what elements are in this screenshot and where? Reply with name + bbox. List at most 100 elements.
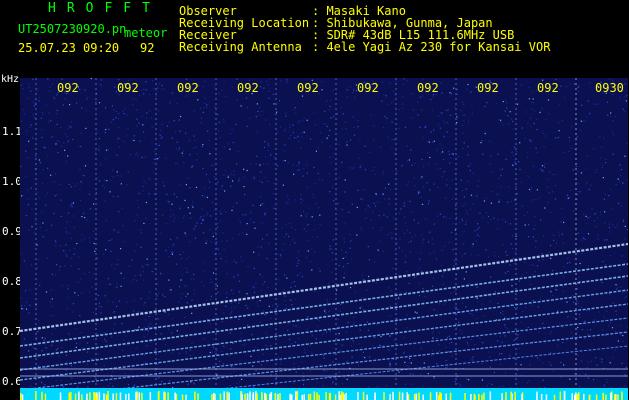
strength-spike <box>149 392 152 400</box>
strength-spike <box>164 392 166 400</box>
strength-spike <box>621 391 623 400</box>
strength-spike <box>279 393 281 400</box>
strength-spike <box>211 394 213 400</box>
strength-spike <box>501 393 503 400</box>
strength-spike <box>289 393 291 400</box>
strength-spike <box>325 392 327 400</box>
strength-spike <box>521 394 523 400</box>
strength-spike <box>374 392 376 400</box>
strength-spike <box>246 393 249 400</box>
strength-spike <box>418 392 420 400</box>
strength-spike <box>559 391 562 400</box>
strength-spike <box>316 392 318 400</box>
strength-spike <box>307 394 310 400</box>
strength-spike <box>157 392 160 400</box>
strength-spike <box>413 394 416 400</box>
strength-spike <box>68 392 70 400</box>
time-label: 092 <box>177 81 199 95</box>
strength-spike <box>98 391 101 400</box>
strength-spike <box>334 394 337 400</box>
strength-spike <box>185 394 187 400</box>
strength-spike <box>389 394 391 400</box>
strength-spike <box>445 393 447 400</box>
file-type: meteor <box>124 26 168 40</box>
strength-spike <box>483 392 485 400</box>
strength-spike <box>115 393 118 400</box>
strength-spike <box>328 393 331 400</box>
file-name: UT2507230920.pn <box>18 22 127 36</box>
strength-spike <box>338 391 340 400</box>
strength-spike <box>576 393 579 400</box>
strength-spike <box>135 391 137 400</box>
header-label-antenna: Receiving Antenna <box>179 40 302 54</box>
strength-spike <box>340 391 343 400</box>
strength-spike <box>406 392 408 400</box>
strength-spike <box>553 394 556 400</box>
time-label: 092 <box>57 81 79 95</box>
strength-spike <box>89 392 91 400</box>
strength-spike <box>481 394 483 400</box>
strength-spike <box>602 392 604 400</box>
strength-spike <box>464 393 466 400</box>
strength-spike <box>318 394 320 400</box>
strength-spike <box>383 392 385 400</box>
strength-spike <box>274 393 276 400</box>
strength-spike <box>605 394 607 400</box>
spectrogram-plot[interactable] <box>20 78 628 388</box>
strength-spike <box>21 394 24 400</box>
strength-spike <box>578 392 580 400</box>
strength-spike <box>96 394 99 400</box>
time-label: 092 <box>357 81 379 95</box>
strength-spike <box>303 394 305 400</box>
strength-spike <box>415 393 418 400</box>
strength-spike <box>226 392 229 400</box>
axis-unit-label: kHz <box>1 74 20 85</box>
strength-spike <box>93 392 95 400</box>
strength-spike <box>583 393 585 400</box>
axis-tick: 0.7 <box>2 325 22 338</box>
strength-spike <box>407 394 410 400</box>
time-label: 092 <box>297 81 319 95</box>
strength-spike <box>59 392 62 400</box>
strength-spike <box>241 394 243 400</box>
header-value-antenna: : 4ele Yagi Az 230 for Kansai VOR <box>312 40 551 54</box>
time-label: 092 <box>237 81 259 95</box>
strength-spike <box>342 392 344 400</box>
strength-spike <box>105 394 108 400</box>
strength-spike <box>296 391 299 400</box>
strength-spike <box>357 392 359 400</box>
time-label: 0930 <box>595 81 624 95</box>
strength-spike <box>70 392 72 400</box>
strength-spike <box>309 393 312 400</box>
strength-spike <box>571 393 573 400</box>
strength-spike <box>181 394 184 400</box>
strength-spike <box>261 394 263 400</box>
strength-spike <box>398 391 401 400</box>
strength-spike <box>119 392 122 400</box>
strength-spike <box>429 392 432 400</box>
strength-spike <box>478 394 480 400</box>
strength-spike <box>128 393 130 400</box>
strength-spike <box>536 391 538 400</box>
axis-tick: 0.6 <box>2 375 22 388</box>
strength-spike <box>103 393 105 400</box>
strength-spike <box>449 392 452 400</box>
time-label: 092 <box>477 81 499 95</box>
strength-spike <box>35 391 37 400</box>
strength-spike <box>270 392 273 400</box>
strength-spike <box>74 393 77 400</box>
strength-spike <box>141 392 143 400</box>
strength-spike <box>112 393 114 400</box>
strength-spike <box>392 391 394 400</box>
strength-spike <box>244 393 246 400</box>
strength-spike <box>44 393 47 400</box>
strength-spike <box>175 394 178 400</box>
strength-spike <box>223 391 225 400</box>
strength-spike <box>269 393 271 400</box>
strength-spike <box>291 394 293 400</box>
file-datetime: 25.07.23 09:20 <box>18 41 120 55</box>
strength-spike <box>574 394 576 400</box>
strength-spike <box>295 391 297 400</box>
strength-spike <box>41 391 43 400</box>
strength-spike <box>264 392 266 400</box>
